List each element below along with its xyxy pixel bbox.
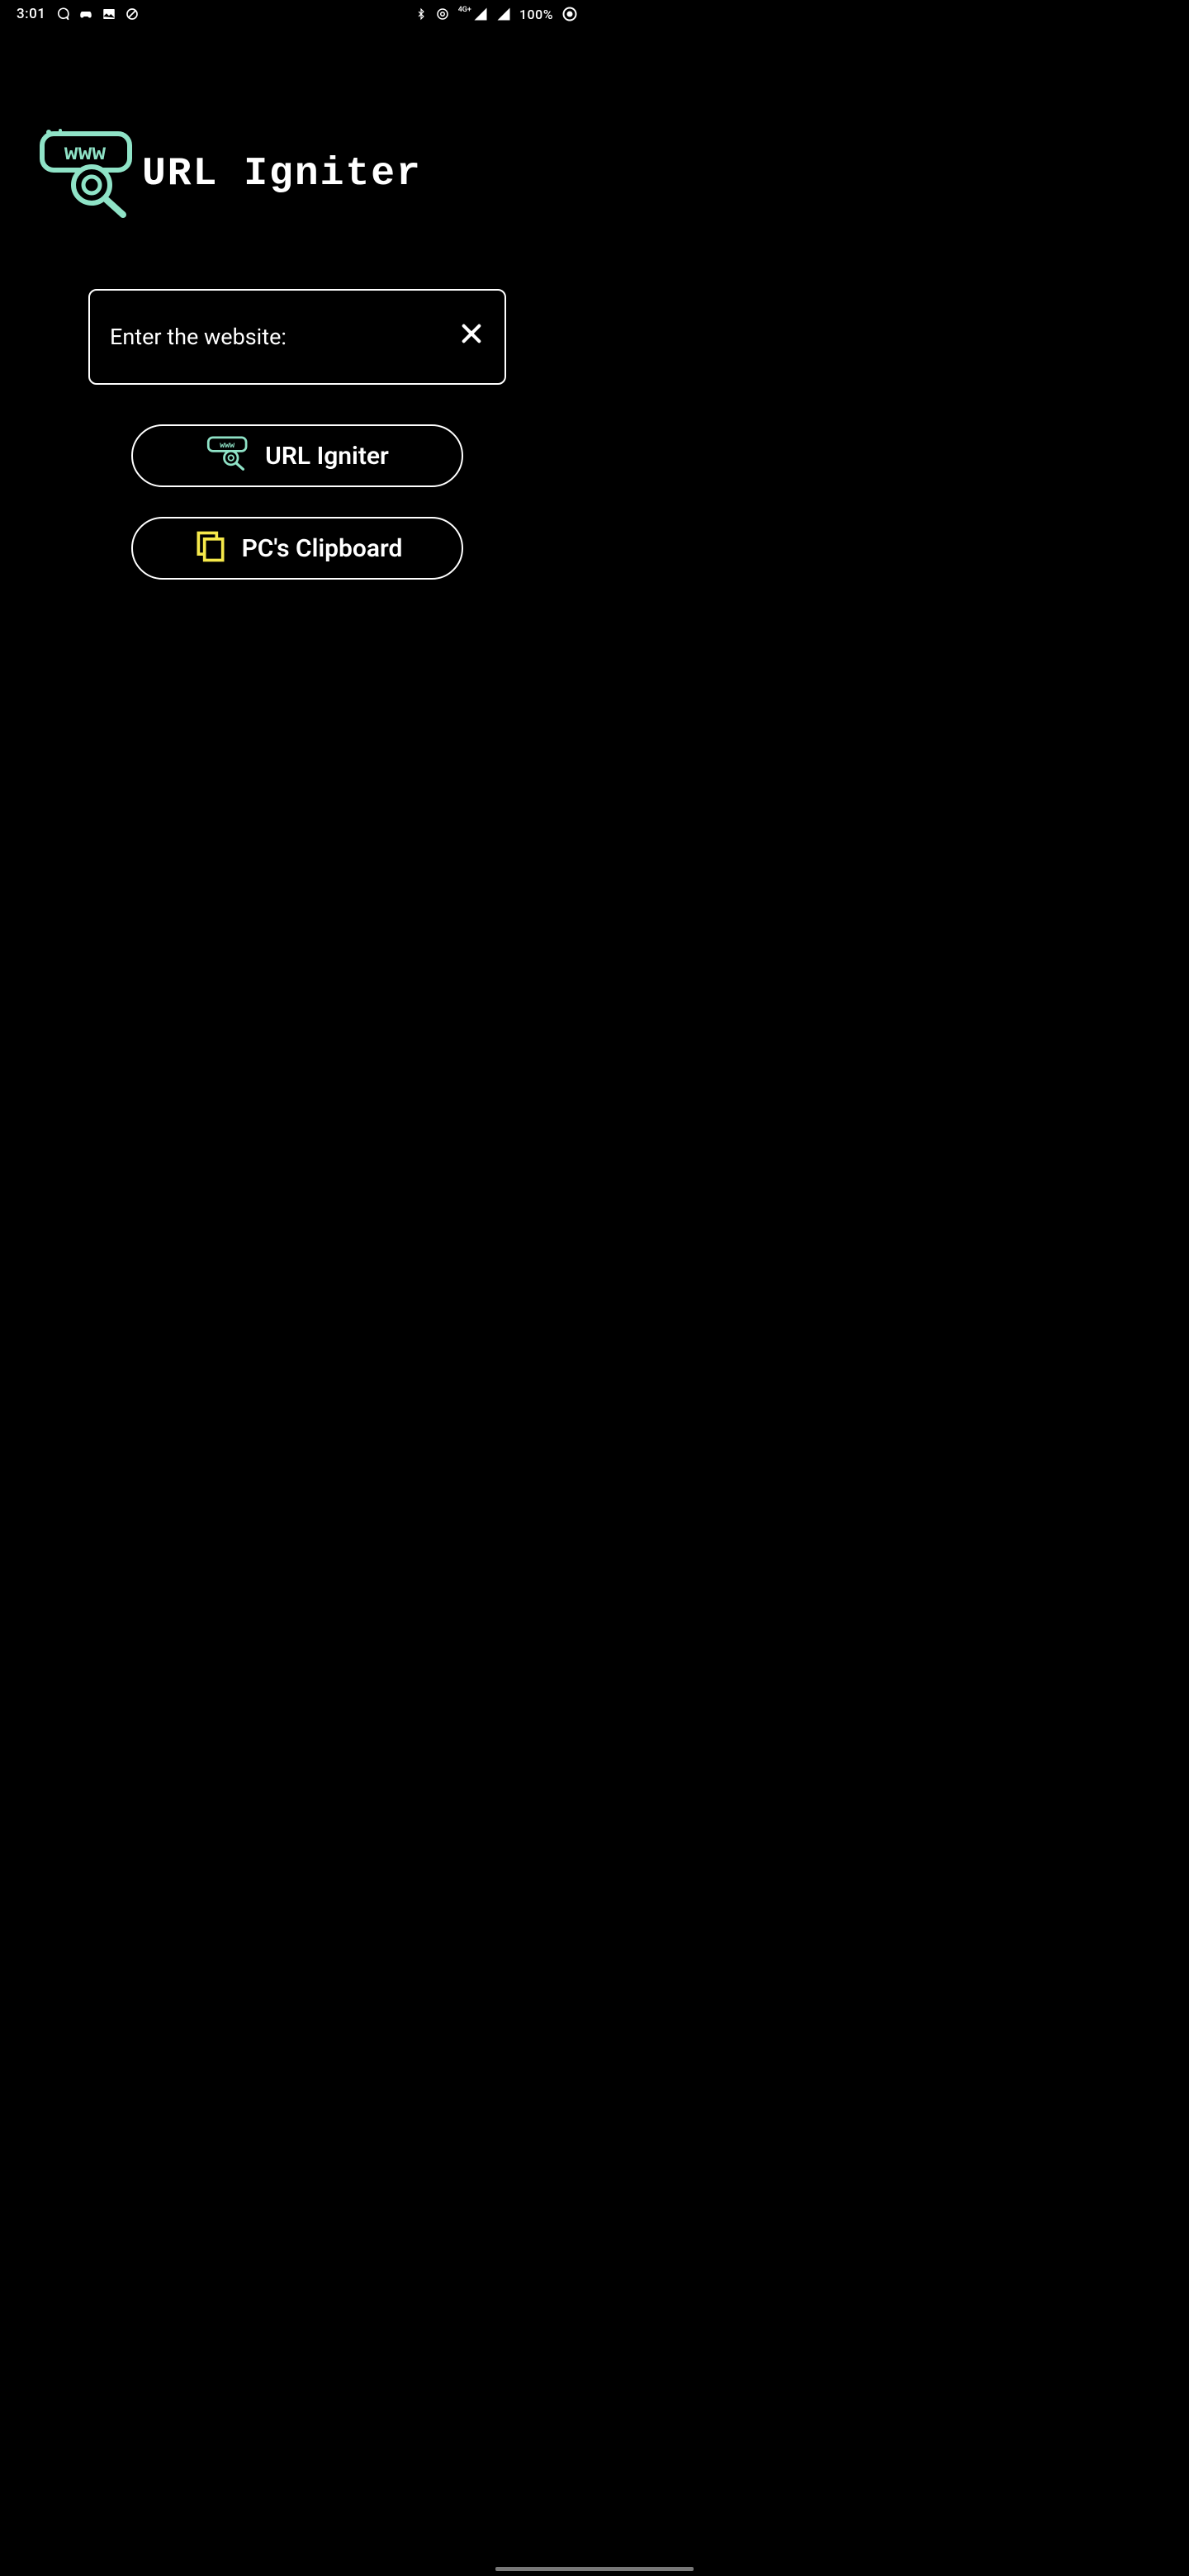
status-bar: 3:01 [0, 0, 594, 28]
signal-icon [473, 7, 488, 21]
signal-secondary-icon [496, 7, 511, 21]
pc-clipboard-button[interactable]: PC's Clipboard [131, 517, 463, 580]
status-right: 4G+ 100% [415, 6, 578, 22]
url-igniter-button[interactable]: www URL Igniter [131, 424, 463, 487]
app-content: www URL Igniter Enter the website: [0, 28, 594, 580]
clipboard-icon [192, 528, 229, 568]
hotspot-icon [435, 7, 450, 21]
svg-text:www: www [64, 141, 107, 167]
clear-input-icon[interactable] [458, 320, 485, 353]
whatsapp-icon [55, 7, 70, 21]
pc-clipboard-button-label: PC's Clipboard [242, 534, 403, 563]
app-logo-icon: www [36, 127, 137, 221]
website-input-placeholder: Enter the website: [110, 324, 287, 350]
www-search-icon: www [206, 436, 252, 476]
battery-circle-icon [561, 6, 578, 22]
status-left: 3:01 [17, 6, 140, 22]
url-igniter-button-label: URL Igniter [265, 442, 389, 471]
network-type-label: 4G+ [458, 7, 471, 14]
discord-icon [78, 7, 93, 21]
battery-percentage: 100% [519, 7, 553, 22]
website-input[interactable]: Enter the website: [88, 289, 506, 385]
status-time: 3:01 [17, 6, 45, 22]
home-indicator[interactable] [495, 2567, 694, 2571]
svg-text:www: www [220, 442, 234, 451]
app-title: URL Igniter [142, 152, 422, 197]
bluetooth-icon [415, 7, 427, 21]
app-header: www URL Igniter [0, 127, 594, 221]
do-not-disturb-icon [125, 7, 140, 21]
photo-icon [102, 7, 116, 21]
